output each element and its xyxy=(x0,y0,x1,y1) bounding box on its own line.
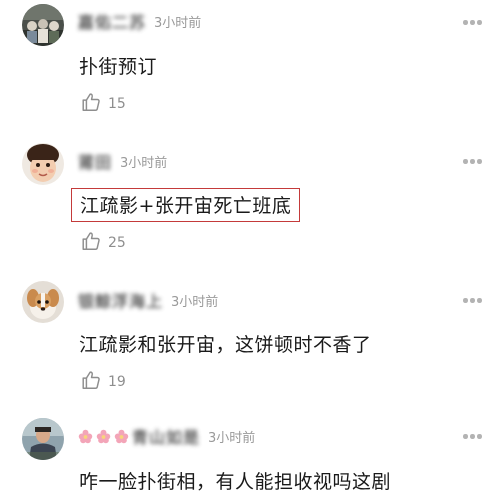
comment-item: 莆田 3小时前 江疏影+张开宙死亡班底 25 xyxy=(0,125,487,265)
timestamp: 3小时前 xyxy=(120,155,168,171)
comment-text-highlighted: 江疏影+张开宙死亡班底 xyxy=(71,188,301,222)
more-options-icon[interactable] xyxy=(463,298,483,304)
name-row: 银鲸浮海上 3小时前 xyxy=(78,288,218,312)
username[interactable]: 嘉佑二苏 xyxy=(78,9,146,33)
like-count: 15 xyxy=(108,95,126,112)
like-count: 25 xyxy=(108,234,126,251)
thumbs-up-icon xyxy=(82,371,100,389)
comment-text: 咋一脸扑街相，有人能担收视吗这剧 xyxy=(79,471,392,493)
avatar[interactable] xyxy=(22,143,64,185)
timestamp: 3小时前 xyxy=(154,15,202,31)
name-row: 莆田 3小时前 xyxy=(78,149,167,173)
more-options-icon[interactable] xyxy=(463,159,483,165)
avatar[interactable] xyxy=(22,4,64,46)
flower-icon xyxy=(96,429,111,443)
avatar[interactable] xyxy=(22,418,64,460)
avatar[interactable] xyxy=(22,281,64,323)
comment-text: 江疏影和张开宙，这饼顿时不香了 xyxy=(79,334,372,356)
username[interactable]: 银鲸浮海上 xyxy=(78,288,163,312)
name-row: 嘉佑二苏 3小时前 xyxy=(78,9,201,33)
like-button[interactable]: 15 xyxy=(80,89,126,115)
flower-icon xyxy=(114,429,129,443)
name-row: 青山如是 3小时前 xyxy=(78,424,255,448)
flower-icon xyxy=(78,429,93,443)
thumbs-up-icon xyxy=(82,232,100,250)
like-button[interactable]: 25 xyxy=(80,228,126,254)
more-options-icon[interactable] xyxy=(463,20,483,26)
more-options-icon[interactable] xyxy=(463,434,483,440)
comment-text: 扑街预订 xyxy=(79,56,158,78)
username[interactable]: 青山如是 xyxy=(132,424,200,448)
like-count: 19 xyxy=(108,373,126,390)
thumbs-up-icon xyxy=(82,93,100,111)
timestamp: 3小时前 xyxy=(208,430,256,446)
comment-item: 青山如是 3小时前 咋一脸扑街相，有人能担收视吗这剧 xyxy=(0,400,487,500)
timestamp: 3小时前 xyxy=(171,294,219,310)
comment-item: 嘉佑二苏 3小时前 扑街预订 15 xyxy=(0,0,487,125)
comment-item: 银鲸浮海上 3小时前 江疏影和张开宙，这饼顿时不香了 19 xyxy=(0,265,487,400)
like-button[interactable]: 19 xyxy=(80,367,126,393)
username[interactable]: 莆田 xyxy=(78,149,112,173)
